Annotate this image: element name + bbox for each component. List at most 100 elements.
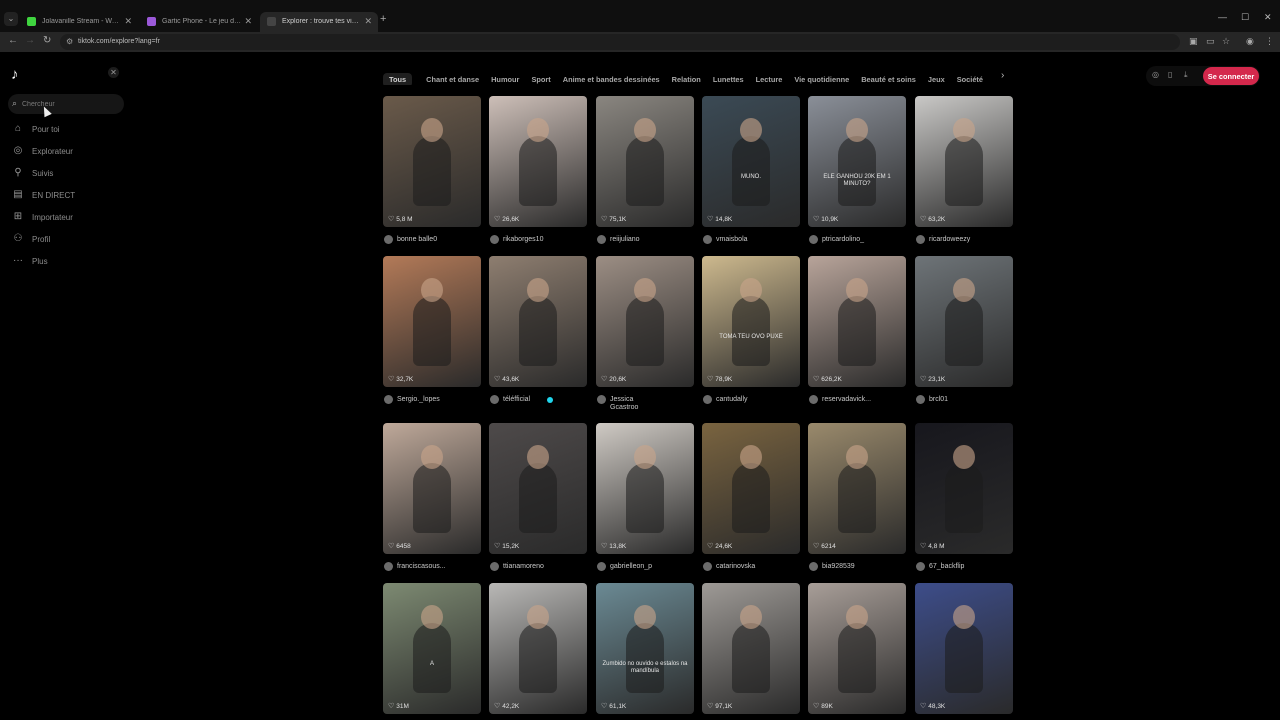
sidebar-item-profil[interactable]: ⚇ Profil [12,233,122,249]
video-thumbnail[interactable]: ♡ 97,1K [702,583,800,714]
author-link[interactable]: reiijuliano [596,234,694,246]
category-tab[interactable]: Chant et danse [426,73,479,85]
video-thumbnail[interactable]: ♡ 4,8 M [915,423,1013,554]
category-tab[interactable]: Lecture [756,73,783,85]
like-count-value: 6458 [396,543,411,550]
close-window-icon[interactable]: ✕ [1264,12,1272,23]
video-thumbnail[interactable]: ♡ 5,8 M [383,96,481,227]
cast-icon[interactable]: ▭ [1206,36,1215,47]
video-thumbnail[interactable]: ♡ 48,3K [915,583,1013,714]
sidebar-item-suivis[interactable]: ⚲ Suivis [12,167,122,183]
category-tab[interactable]: Tous [383,73,413,85]
author-link[interactable]: 67_backflip [915,561,1013,573]
sidebar-item-en-direct[interactable]: ▤ EN DIRECT [12,189,122,205]
author-link[interactable]: Jessica Gcastroo [596,394,694,411]
close-tab-icon[interactable]: ✕ [364,16,372,27]
video-thumbnail[interactable]: ♡ 24,6K [702,423,800,554]
video-thumbnail[interactable]: ♡ 42,2K [489,583,587,714]
author-link[interactable]: ricardoweezy [915,234,1013,246]
author-link[interactable]: téléfficial [489,394,587,406]
video-thumbnail[interactable]: ELE GANHOU 20K EM 1 MINUTO? ♡ 10,9K [808,96,906,227]
maximize-icon[interactable]: ☐ [1241,12,1249,23]
reload-icon[interactable]: ↻ [43,35,51,46]
category-tab[interactable]: Relation [672,73,701,85]
category-tab[interactable]: Anime et bandes dessinées [563,73,660,85]
minimize-icon[interactable]: — [1218,12,1227,22]
author-link[interactable]: gabrielleon_p [596,561,694,573]
video-thumbnail[interactable]: TOMA TEU OVO PUXE ♡ 78,9K [702,256,800,387]
video-thumbnail[interactable]: ♡ 20,6K [596,256,694,387]
author-link[interactable]: ptricardolino_ [808,234,906,246]
author-link[interactable]: ttianamoreno [489,561,587,573]
category-tab[interactable]: Jeux [928,73,945,85]
new-tab-icon[interactable]: + [380,13,386,25]
video-thumbnail[interactable]: ♡ 626,2K [808,256,906,387]
category-tab[interactable]: Humour [491,73,519,85]
author-name: Jessica Gcastroo [610,396,639,411]
tiktok-logo-icon[interactable]: ♪ [11,66,27,83]
author-link[interactable]: bonne balle0 [383,234,481,246]
author-link[interactable]: Sergio._lopes [383,394,481,406]
site-info-icon[interactable]: ⚙ [66,37,73,46]
search-box[interactable]: ⌕ [8,94,124,114]
category-tab[interactable]: Vie quotidienne [794,73,849,85]
author-link[interactable]: catarinovska [702,561,800,573]
author-link[interactable]: reservadavick... [808,394,906,406]
video-thumbnail[interactable]: Zumbido no ouvido e estalos na mandíbula… [596,583,694,714]
video-thumbnail[interactable]: ♡ 63,2K [915,96,1013,227]
search-input[interactable] [22,98,118,110]
author-link[interactable]: franciscasous... [383,561,481,573]
video-thumbnail[interactable]: ♡ 26,6K [489,96,587,227]
video-thumbnail[interactable]: ♡ 6458 [383,423,481,554]
sidebar-item-pour-toi[interactable]: ⌂ Pour toi [12,123,122,139]
video-thumbnail[interactable]: ♡ 32,7K [383,256,481,387]
search-icon[interactable]: ⌕ [12,98,17,109]
coin-icon[interactable]: ◎ [1152,70,1159,79]
video-thumbnail[interactable]: ♡ 89K [808,583,906,714]
video-thumbnail[interactable]: ♡ 23,1K [915,256,1013,387]
heart-icon: ♡ [388,216,395,223]
author-link[interactable]: rikaborges10 [489,234,587,246]
category-tab[interactable]: Beauté et soins [861,73,916,85]
video-thumbnail[interactable]: ♡ 43,6K [489,256,587,387]
download-icon[interactable]: ⤓ [1184,70,1188,80]
author-link[interactable]: brcl01 [915,394,1013,406]
video-thumbnail[interactable]: ♡ 15,2K [489,423,587,554]
chevron-right-icon[interactable]: › [1001,70,1004,81]
login-button[interactable]: Se connecter [1203,67,1259,85]
category-tab[interactable]: Société [957,73,983,85]
url-field[interactable]: ⚙ tiktok.com/explore?lang=fr [60,34,1180,50]
browser-tab-2[interactable]: Explorer : trouve tes vidéos pré... ✕ [260,12,378,32]
author-link[interactable]: cantudally [702,394,800,406]
video-thumbnail[interactable]: A ♡ 31M [383,583,481,714]
author-link[interactable]: bia928539 [808,561,906,573]
sidebar-item-importateur[interactable]: ⊞ Importateur [12,211,122,227]
like-count-value: 63,2K [928,216,946,223]
thumbnail-subject-shape [413,623,451,693]
avatar [384,235,393,244]
sidebar-item-plus[interactable]: ··· Plus [12,255,122,271]
back-icon[interactable]: ← [8,35,18,46]
author-link[interactable]: vmaisbola [702,234,800,246]
collapse-sidebar-icon[interactable]: ✕ [108,67,119,78]
translate-icon[interactable]: ▣ [1189,36,1198,47]
thumbnail-subject-shape [953,605,975,629]
category-tab[interactable]: Sport [531,73,550,85]
video-thumbnail[interactable]: ♡ 75,1K [596,96,694,227]
browser-menu-icon[interactable]: ⋮ [1265,36,1274,47]
video-thumbnail[interactable]: ♡ 6214 [808,423,906,554]
forward-icon[interactable]: → [25,35,35,46]
category-tab[interactable]: Lunettes [713,73,744,85]
close-tab-icon[interactable]: ✕ [244,16,252,27]
close-tab-icon[interactable]: ✕ [124,16,132,27]
sidebar-item-explorateur[interactable]: ◎ Explorateur [12,145,122,161]
bookmark-star-icon[interactable]: ☆ [1222,36,1230,47]
browser-tab-0[interactable]: Jolavanille Stream - Watch Live ✕ [20,12,138,32]
browser-tab-1[interactable]: Gartic Phone - Le jeu du téléphone ✕ [140,12,258,32]
account-icon[interactable]: ◉ [1246,36,1254,47]
video-thumbnail[interactable]: MUNO. ♡ 14,8K [702,96,800,227]
like-count: ♡ 26,6K [494,215,519,223]
video-thumbnail[interactable]: ♡ 13,8K [596,423,694,554]
tab-search-icon[interactable]: ⌄ [4,12,18,26]
phone-app-icon[interactable]: ▯ [1168,70,1172,79]
